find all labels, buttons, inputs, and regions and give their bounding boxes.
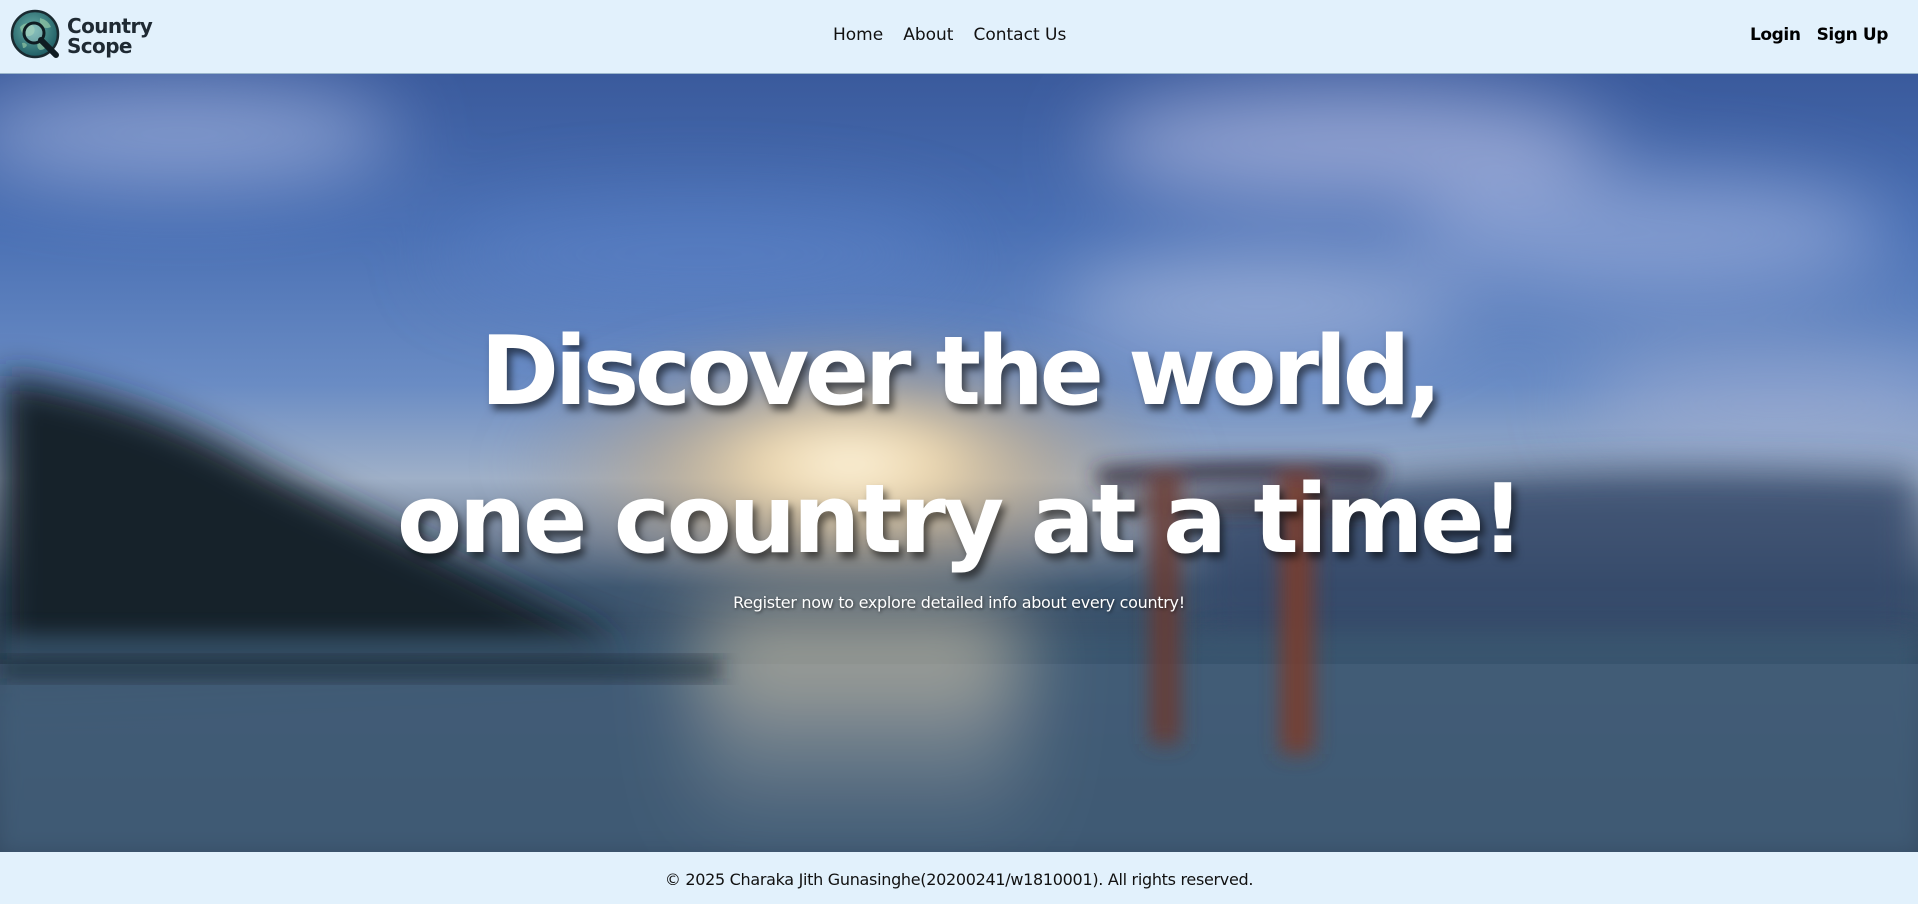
nav-link-contact[interactable]: Contact Us — [973, 25, 1066, 45]
auth-links: Login Sign Up — [1750, 25, 1888, 45]
hero-heading-line2: one country at a time! — [396, 465, 1525, 575]
hero-heading: Discover the world, one country at a tim… — [0, 298, 1918, 594]
footer-copyright: © 2025 Charaka Jith Gunasinghe(20200241/… — [664, 870, 1254, 889]
nav-link-about[interactable]: About — [903, 25, 953, 45]
brand-name-line1: Country — [67, 14, 153, 38]
page-footer: © 2025 Charaka Jith Gunasinghe(20200241/… — [0, 852, 1918, 904]
top-navbar: Country Scope Home About Contact Us Logi… — [0, 0, 1918, 74]
hero-heading-line1: Discover the world, — [480, 317, 1442, 427]
main-nav: Home About Contact Us — [833, 25, 1066, 45]
globe-magnifier-icon — [10, 9, 60, 59]
brand-logo-link[interactable]: Country Scope — [10, 9, 153, 63]
hero-section: Discover the world, one country at a tim… — [0, 74, 1918, 852]
brand-name: Country Scope — [67, 14, 153, 58]
login-link[interactable]: Login — [1750, 25, 1801, 45]
signup-link[interactable]: Sign Up — [1817, 25, 1889, 45]
nav-link-home[interactable]: Home — [833, 25, 883, 45]
hero-subtitle: Register now to explore detailed info ab… — [733, 593, 1185, 612]
brand-name-line2: Scope — [67, 34, 132, 58]
